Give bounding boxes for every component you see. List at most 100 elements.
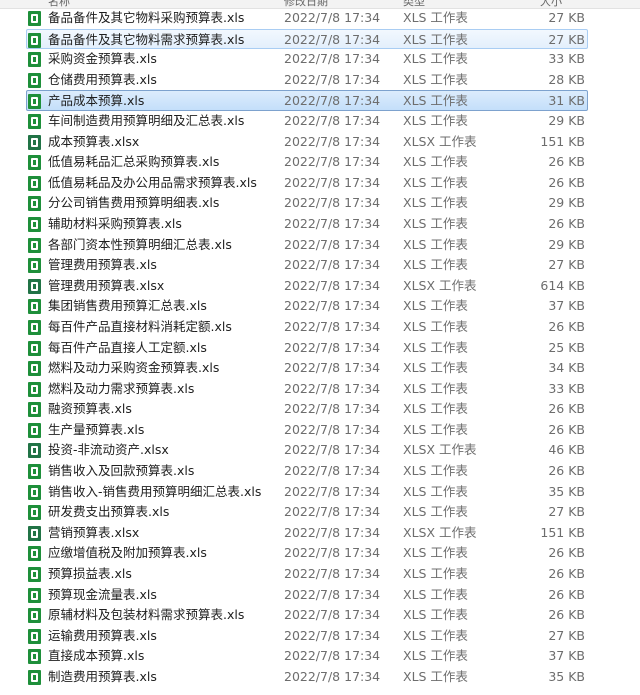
file-name[interactable]: 备品备件及其它物料需求预算表.xls	[48, 30, 278, 49]
file-row[interactable]: 备品备件及其它物料采购预算表.xls 2022/7/8 17:34 XLS 工作表 2…	[0, 8, 640, 29]
file-date: 2022/7/8 17:34	[284, 401, 381, 417]
excel-file-icon	[28, 175, 41, 191]
file-row[interactable]: 各部门资本性预算明细汇总表.xls 2022/7/8 17:34 XLS 工作表 29…	[0, 235, 640, 256]
file-date: 2022/7/8 17:34	[284, 10, 381, 25]
file-row[interactable]: 燃料及动力采购资金预算表.xls 2022/7/8 17:34 XLS 工作表 34 …	[0, 358, 640, 379]
file-name[interactable]: 管理费用预算表.xlsx	[48, 276, 278, 297]
excel-file-icon	[28, 72, 41, 88]
file-row[interactable]: 低值易耗品汇总采购预算表.xls 2022/7/8 17:34 XLS 工作表 26 …	[0, 152, 640, 173]
excel-file-icon	[28, 340, 41, 356]
file-name[interactable]: 备品备件及其它物料采购预算表.xls	[48, 8, 278, 29]
file-name[interactable]: 燃料及动力需求预算表.xls	[48, 379, 278, 400]
excel-file-icon	[28, 443, 41, 459]
file-type: XLS 工作表	[403, 669, 468, 684]
file-name[interactable]: 预算损益表.xls	[48, 564, 278, 585]
file-row[interactable]: 研发费支出预算表.xls 2022/7/8 17:34 XLS 工作表 27 KB	[0, 502, 640, 523]
file-name[interactable]: 应缴增值税及附加预算表.xls	[48, 543, 278, 564]
file-name[interactable]: 低值易耗品及办公用品需求预算表.xls	[48, 173, 278, 194]
file-size: 151 KB	[540, 133, 585, 149]
file-row[interactable]: 销售收入-销售费用预算明细汇总表.xls 2022/7/8 17:34 XLS 工作…	[0, 482, 640, 503]
file-name[interactable]: 销售收入及回款预算表.xls	[48, 461, 278, 482]
file-date: 2022/7/8 17:34	[284, 298, 381, 314]
file-row[interactable]: 燃料及动力需求预算表.xls 2022/7/8 17:34 XLS 工作表 33 KB	[0, 379, 640, 400]
file-row[interactable]: 生产量预算表.xls 2022/7/8 17:34 XLS 工作表 26 KB	[0, 420, 640, 441]
file-list: 备品备件及其它物料采购预算表.xls 2022/7/8 17:34 XLS 工作表 2…	[0, 8, 640, 688]
file-name[interactable]: 每百件产品直接材料消耗定额.xls	[48, 317, 278, 338]
file-date: 2022/7/8 17:34	[284, 112, 381, 128]
file-row[interactable]: 预算现金流量表.xls 2022/7/8 17:34 XLS 工作表 26 KB	[0, 585, 640, 606]
file-row[interactable]: 备品备件及其它物料需求预算表.xls 2022/7/8 17:34 XLS 工作表 2…	[26, 28, 588, 50]
file-name[interactable]: 分公司销售费用预算明细表.xls	[48, 193, 278, 214]
file-name[interactable]: 直接成本预算.xls	[48, 646, 278, 667]
file-type: XLS 工作表	[403, 257, 468, 273]
file-name[interactable]: 辅助材料采购预算表.xls	[48, 214, 278, 235]
file-row[interactable]: 分公司销售费用预算明细表.xls 2022/7/8 17:34 XLS 工作表 29 …	[0, 193, 640, 214]
file-row[interactable]: 直接成本预算.xls 2022/7/8 17:34 XLS 工作表 37 KB	[0, 646, 640, 667]
file-row[interactable]: 成本预算表.xlsx 2022/7/8 17:34 XLSX 工作表 151 KB	[0, 132, 640, 153]
file-row[interactable]: 车间制造费用预算明细及汇总表.xls 2022/7/8 17:34 XLS 工作表 2…	[0, 111, 640, 132]
file-name[interactable]: 运输费用预算表.xls	[48, 626, 278, 647]
file-name[interactable]: 成本预算表.xlsx	[48, 132, 278, 153]
file-name[interactable]: 研发费支出预算表.xls	[48, 502, 278, 523]
file-row[interactable]: 每百件产品直接人工定额.xls 2022/7/8 17:34 XLS 工作表 25 K…	[0, 338, 640, 359]
file-type: XLS 工作表	[403, 318, 468, 334]
file-date: 2022/7/8 17:34	[284, 339, 381, 355]
file-name[interactable]: 集团销售费用预算汇总表.xls	[48, 296, 278, 317]
file-date: 2022/7/8 17:34	[284, 215, 381, 231]
file-date: 2022/7/8 17:34	[284, 31, 381, 47]
file-name[interactable]: 各部门资本性预算明细汇总表.xls	[48, 235, 278, 256]
file-row[interactable]: 投资-非流动资产.xlsx 2022/7/8 17:34 XLSX 工作表 46 KB	[0, 440, 640, 461]
file-name[interactable]: 制造费用预算表.xls	[48, 667, 278, 688]
excel-file-icon	[28, 155, 41, 171]
file-name[interactable]: 车间制造费用预算明细及汇总表.xls	[48, 111, 278, 132]
file-date: 2022/7/8 17:34	[284, 133, 381, 149]
file-type: XLS 工作表	[403, 463, 468, 479]
file-name[interactable]: 燃料及动力采购资金预算表.xls	[48, 358, 278, 379]
file-row[interactable]: 仓储费用预算表.xls 2022/7/8 17:34 XLS 工作表 28 KB	[0, 70, 640, 91]
file-row[interactable]: 运输费用预算表.xls 2022/7/8 17:34 XLS 工作表 27 KB	[0, 626, 640, 647]
file-name[interactable]: 低值易耗品汇总采购预算表.xls	[48, 152, 278, 173]
file-date: 2022/7/8 17:34	[284, 421, 381, 437]
file-row[interactable]: 每百件产品直接材料消耗定额.xls 2022/7/8 17:34 XLS 工作表 26…	[0, 317, 640, 338]
file-row[interactable]: 应缴增值税及附加预算表.xls 2022/7/8 17:34 XLS 工作表 26 K…	[0, 543, 640, 564]
excel-file-icon	[28, 628, 41, 644]
file-name[interactable]: 原辅材料及包装材料需求预算表.xls	[48, 605, 278, 626]
excel-file-icon	[28, 94, 41, 110]
file-row[interactable]: 营销预算表.xlsx 2022/7/8 17:34 XLSX 工作表 151 KB	[0, 523, 640, 544]
file-type: XLSX 工作表	[403, 524, 477, 540]
file-row[interactable]: 销售收入及回款预算表.xls 2022/7/8 17:34 XLS 工作表 26 KB	[0, 461, 640, 482]
file-name[interactable]: 营销预算表.xlsx	[48, 523, 278, 544]
file-name[interactable]: 生产量预算表.xls	[48, 420, 278, 441]
excel-file-icon	[28, 196, 41, 212]
file-name[interactable]: 采购资金预算表.xls	[48, 49, 278, 70]
file-name[interactable]: 融资预算表.xls	[48, 399, 278, 420]
file-row[interactable]: 采购资金预算表.xls 2022/7/8 17:34 XLS 工作表 33 KB	[0, 49, 640, 70]
file-row[interactable]: 辅助材料采购预算表.xls 2022/7/8 17:34 XLS 工作表 26 KB	[0, 214, 640, 235]
file-row[interactable]: 管理费用预算表.xls 2022/7/8 17:34 XLS 工作表 27 KB	[0, 255, 640, 276]
excel-file-icon	[28, 11, 41, 26]
file-size: 26 KB	[548, 566, 585, 582]
file-type: XLS 工作表	[403, 648, 468, 664]
file-row[interactable]: 集团销售费用预算汇总表.xls 2022/7/8 17:34 XLS 工作表 37 K…	[0, 296, 640, 317]
file-name[interactable]: 预算现金流量表.xls	[48, 585, 278, 606]
file-type: XLS 工作表	[403, 51, 468, 67]
file-name[interactable]: 投资-非流动资产.xlsx	[48, 440, 278, 461]
file-name[interactable]: 每百件产品直接人工定额.xls	[48, 338, 278, 359]
file-row[interactable]: 产品成本预算.xls 2022/7/8 17:34 XLS 工作表 31 KB	[26, 90, 588, 111]
file-row[interactable]: 原辅材料及包装材料需求预算表.xls 2022/7/8 17:34 XLS 工作表 2…	[0, 605, 640, 626]
file-size: 31 KB	[548, 93, 585, 109]
file-name[interactable]: 管理费用预算表.xls	[48, 255, 278, 276]
file-size: 26 KB	[548, 586, 585, 602]
file-name[interactable]: 销售收入-销售费用预算明细汇总表.xls	[48, 482, 278, 503]
file-row[interactable]: 制造费用预算表.xls 2022/7/8 17:34 XLS 工作表 35 KB	[0, 667, 640, 688]
file-row[interactable]: 融资预算表.xls 2022/7/8 17:34 XLS 工作表 26 KB	[0, 399, 640, 420]
file-size: 26 KB	[548, 607, 585, 623]
file-row[interactable]: 低值易耗品及办公用品需求预算表.xls 2022/7/8 17:34 XLS 工作表…	[0, 173, 640, 194]
file-row[interactable]: 预算损益表.xls 2022/7/8 17:34 XLS 工作表 26 KB	[0, 564, 640, 585]
file-row[interactable]: 管理费用预算表.xlsx 2022/7/8 17:34 XLSX 工作表 614 KB	[0, 276, 640, 297]
file-size: 151 KB	[540, 524, 585, 540]
file-name[interactable]: 仓储费用预算表.xls	[48, 70, 278, 91]
file-name[interactable]: 产品成本预算.xls	[48, 91, 278, 110]
file-type: XLS 工作表	[403, 71, 468, 87]
file-date: 2022/7/8 17:34	[284, 463, 381, 479]
